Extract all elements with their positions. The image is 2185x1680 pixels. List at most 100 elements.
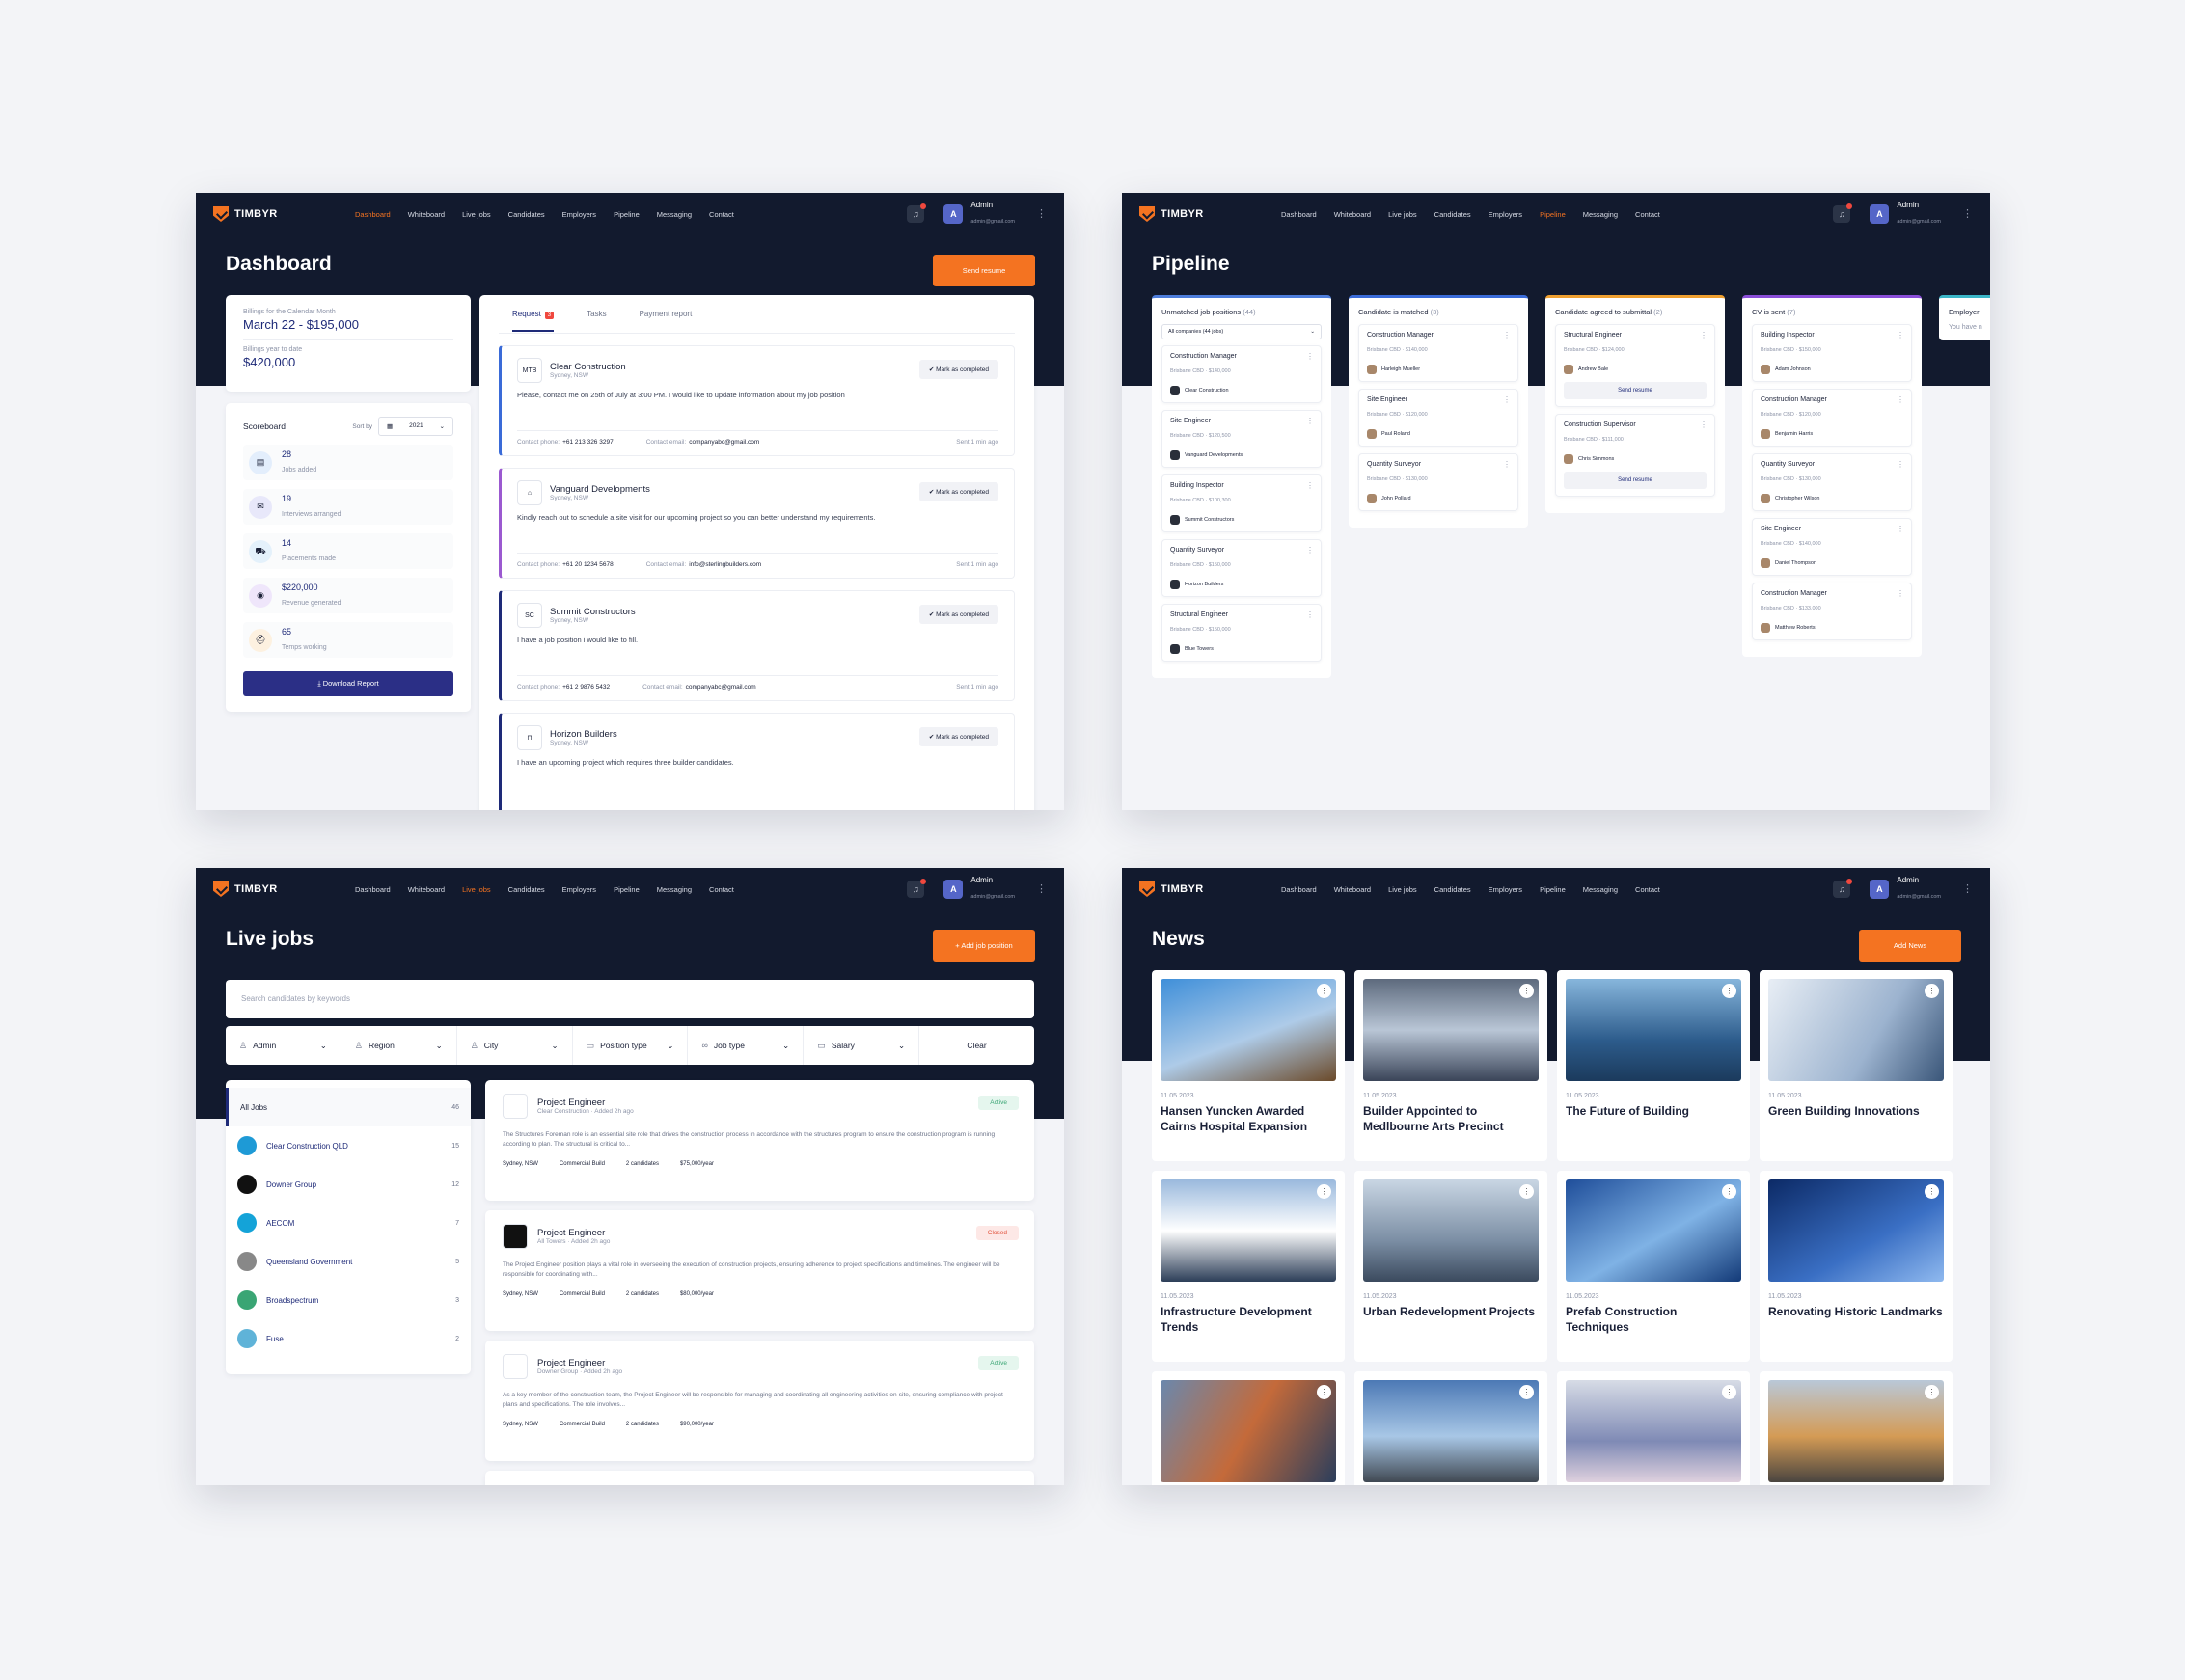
send-resume-button[interactable]: Send resume [1564,472,1707,489]
nav-item-pipeline[interactable]: Pipeline [1531,885,1574,894]
more-icon[interactable]: ⋮ [1317,1385,1331,1399]
more-icon[interactable]: ⋮ [1722,1184,1736,1199]
add-news-button[interactable]: Add News [1859,930,1961,962]
pipeline-card[interactable]: Building Inspector Brisbane CBD · $100,30… [1161,474,1322,532]
pipeline-card[interactable]: Construction Supervisor Brisbane CBD · $1… [1555,414,1715,497]
more-icon[interactable]: ⋮ [1962,882,1973,895]
nav-item-dashboard[interactable]: Dashboard [1272,885,1325,894]
news-card[interactable]: ⋮ [1152,1371,1345,1485]
pipeline-card[interactable]: Building Inspector Brisbane CBD · $150,00… [1752,324,1912,382]
more-icon[interactable]: ⋮ [1962,207,1973,220]
more-icon[interactable]: ⋮ [1897,460,1904,469]
more-icon[interactable]: ⋮ [1036,882,1047,895]
nav-item-contact[interactable]: Contact [1626,885,1669,894]
more-icon[interactable]: ⋮ [1897,331,1904,339]
company-item[interactable]: Queensland Government 5 [226,1242,471,1281]
pipeline-card[interactable]: Construction Manager Brisbane CBD · $133,… [1752,583,1912,640]
mark-completed-button[interactable]: ✔ Mark as completed [918,482,998,501]
company-item[interactable]: AECOM 7 [226,1204,471,1242]
more-icon[interactable]: ⋮ [1897,589,1904,598]
job-card[interactable]: Project Engineer Downer Group · Added 2h … [485,1341,1034,1461]
brand-logo[interactable]: TIMBYR [1139,206,1265,222]
news-card[interactable]: ⋮ 11.05.2023 Green Building Innovations [1760,970,1953,1161]
news-card[interactable]: ⋮ [1557,1371,1750,1485]
more-icon[interactable]: ⋮ [1700,420,1707,429]
company-item[interactable]: All Jobs 46 [226,1088,471,1126]
nav-item-live-jobs[interactable]: Live jobs [453,885,500,894]
nav-item-whiteboard[interactable]: Whiteboard [399,210,453,219]
company-item[interactable]: Downer Group 12 [226,1165,471,1204]
pipeline-card[interactable]: Site Engineer Brisbane CBD · $140,000 ⋮ Dan… [1752,518,1912,576]
filter-region[interactable]: ♙ Region ⌄ [341,1026,457,1065]
more-icon[interactable]: ⋮ [1317,1184,1331,1199]
year-select[interactable]: ▦ 2021 ⌄ [378,417,453,436]
news-card[interactable]: ⋮ 11.05.2023 Renovating Historic Landmarks [1760,1171,1953,1362]
nav-item-pipeline[interactable]: Pipeline [1531,210,1574,219]
news-card[interactable]: ⋮ 11.05.2023 Hansen Yuncken Awarded Cairns… [1152,970,1345,1161]
pipeline-card[interactable]: Site Engineer Brisbane CBD · $120,000 ⋮ Pau… [1358,389,1518,447]
nav-item-messaging[interactable]: Messaging [1574,210,1626,219]
nav-item-messaging[interactable]: Messaging [1574,885,1626,894]
job-card[interactable] [485,1471,1034,1485]
more-icon[interactable]: ⋮ [1036,207,1047,220]
more-icon[interactable]: ⋮ [1519,1184,1534,1199]
news-card[interactable]: ⋮ 11.05.2023 Builder Appointed to Medlbour… [1354,970,1547,1161]
more-icon[interactable]: ⋮ [1503,395,1511,404]
more-icon[interactable]: ⋮ [1925,1385,1939,1399]
nav-item-employers[interactable]: Employers [1480,885,1531,894]
more-icon[interactable]: ⋮ [1503,460,1511,469]
mark-completed-button[interactable]: ✔ Mark as completed [918,727,998,746]
search-input[interactable]: Search candidates by keywords [226,980,1034,1018]
avatar[interactable]: A [1870,879,1890,899]
pipeline-card[interactable]: Structural Engineer Brisbane CBD · $124,0… [1555,324,1715,407]
more-icon[interactable]: ⋮ [1722,984,1736,998]
nav-item-pipeline[interactable]: Pipeline [605,210,648,219]
company-filter-select[interactable]: All companies (44 jobs) ⌄ [1161,324,1322,339]
nav-item-whiteboard[interactable]: Whiteboard [1325,210,1379,219]
nav-item-dashboard[interactable]: Dashboard [1272,210,1325,219]
more-icon[interactable]: ⋮ [1306,546,1314,555]
news-card[interactable]: ⋮ 11.05.2023 Prefab Construction Technique… [1557,1171,1750,1362]
filter-salary[interactable]: ▭ Salary ⌄ [804,1026,920,1065]
bell-icon[interactable]: ♫ [1833,203,1853,223]
nav-item-candidates[interactable]: Candidates [500,885,554,894]
more-icon[interactable]: ⋮ [1897,525,1904,533]
contact-email[interactable]: companyabc@gmail.com [686,684,756,691]
tab-request[interactable]: Request 3 [512,297,555,332]
filter-admin[interactable]: ♙ Admin ⌄ [226,1026,341,1065]
pipeline-card[interactable]: Quantity Surveyor Brisbane CBD · $130,000… [1752,453,1912,511]
filter-city[interactable]: ♙ City ⌄ [457,1026,573,1065]
nav-item-employers[interactable]: Employers [554,210,605,219]
more-icon[interactable]: ⋮ [1519,1385,1534,1399]
mark-completed-button[interactable]: ✔ Mark as completed [918,360,998,379]
nav-item-live-jobs[interactable]: Live jobs [1379,885,1426,894]
more-icon[interactable]: ⋮ [1925,1184,1939,1199]
nav-item-live-jobs[interactable]: Live jobs [1379,210,1426,219]
nav-item-dashboard[interactable]: Dashboard [346,885,399,894]
more-icon[interactable]: ⋮ [1519,984,1534,998]
nav-item-pipeline[interactable]: Pipeline [605,885,648,894]
pipeline-card[interactable]: Construction Manager Brisbane CBD · $120,… [1752,389,1912,447]
mark-completed-button[interactable]: ✔ Mark as completed [918,605,998,624]
brand-logo[interactable]: TIMBYR [1139,881,1265,897]
nav-item-messaging[interactable]: Messaging [648,210,700,219]
more-icon[interactable]: ⋮ [1306,417,1314,425]
more-icon[interactable]: ⋮ [1503,331,1511,339]
more-icon[interactable]: ⋮ [1306,352,1314,361]
tab-payment-report[interactable]: Payment report [640,310,693,318]
more-icon[interactable]: ⋮ [1700,331,1707,339]
nav-item-candidates[interactable]: Candidates [1426,210,1480,219]
nav-item-dashboard[interactable]: Dashboard [346,210,399,219]
more-icon[interactable]: ⋮ [1306,481,1314,490]
nav-item-live-jobs[interactable]: Live jobs [453,210,500,219]
nav-item-whiteboard[interactable]: Whiteboard [1325,885,1379,894]
nav-item-contact[interactable]: Contact [700,210,743,219]
more-icon[interactable]: ⋮ [1722,1385,1736,1399]
tab-tasks[interactable]: Tasks [587,310,606,318]
pipeline-card[interactable]: Quantity Surveyor Brisbane CBD · $150,000… [1161,539,1322,597]
add-job-button[interactable]: + Add job position [933,930,1035,962]
news-card[interactable]: ⋮ [1760,1371,1953,1485]
pipeline-card[interactable]: Construction Manager Brisbane CBD · $140,… [1358,324,1518,382]
nav-item-candidates[interactable]: Candidates [500,210,554,219]
nav-item-whiteboard[interactable]: Whiteboard [399,885,453,894]
